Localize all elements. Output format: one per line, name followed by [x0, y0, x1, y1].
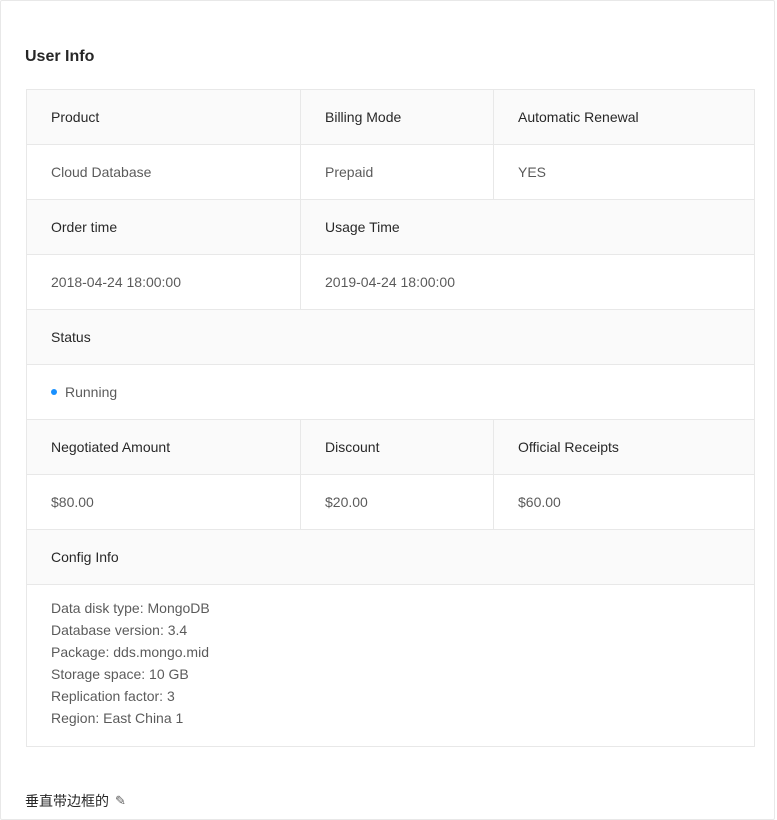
label-order-time: Order time	[27, 200, 301, 254]
label-row: Status	[27, 310, 754, 365]
value-discount: $20.00	[301, 475, 494, 529]
label-automatic-renewal: Automatic Renewal	[518, 109, 639, 125]
config-line: Data disk type: MongoDB	[51, 600, 210, 616]
value-billing-mode: Prepaid	[301, 145, 494, 199]
label-product: Product	[27, 90, 301, 144]
label-row: Product Billing Mode Automatic Renewal	[27, 90, 754, 145]
value-negotiated-amount: $80.00	[27, 475, 301, 529]
value-automatic-renewal: YES	[518, 164, 547, 180]
config-lines: Data disk type: MongoDB Database version…	[51, 597, 210, 729]
label-official-receipts: Official Receipts	[518, 439, 619, 455]
label-row: Order time Usage Time	[27, 200, 754, 255]
label-row: Config Info	[27, 530, 754, 585]
edit-icon[interactable]: ✎	[115, 793, 126, 809]
card-title: User Info	[25, 48, 95, 65]
descriptions-table: Product Billing Mode Automatic Renewal C…	[26, 89, 755, 747]
config-line: Replication factor: 3	[51, 688, 175, 704]
label-billing-mode: Billing Mode	[301, 90, 494, 144]
value-row: Cloud Database Prepaid YES	[27, 145, 754, 200]
label-config-info: Config Info	[51, 549, 119, 565]
footer-text: 垂直带边框的	[25, 793, 109, 809]
label-usage-time: Usage Time	[325, 219, 400, 235]
label-negotiated-amount: Negotiated Amount	[27, 420, 301, 474]
label-status: Status	[51, 329, 91, 345]
status-badge: Running	[27, 365, 754, 419]
label-discount: Discount	[301, 420, 494, 474]
config-info-value: Data disk type: MongoDB Database version…	[27, 597, 754, 729]
section-heading-footer: 垂直带边框的 ✎	[25, 791, 126, 811]
user-info-card: User Info Product Billing Mode Automatic…	[0, 0, 775, 820]
config-line: Package: dds.mongo.mid	[51, 644, 209, 660]
value-order-time: 2018-04-24 18:00:00	[27, 255, 301, 309]
status-dot-icon	[51, 389, 57, 395]
value-row: 2018-04-24 18:00:00 2019-04-24 18:00:00	[27, 255, 754, 310]
config-line: Storage space: 10 GB	[51, 666, 189, 682]
config-line: Database version: 3.4	[51, 622, 188, 638]
status-text: Running	[65, 384, 118, 400]
value-row: Running	[27, 365, 754, 420]
config-line: Region: East China 1	[51, 710, 184, 726]
value-row: Data disk type: MongoDB Database version…	[27, 585, 754, 746]
value-usage-time: 2019-04-24 18:00:00	[325, 274, 455, 290]
value-row: $80.00 $20.00 $60.00	[27, 475, 754, 530]
value-official-receipts: $60.00	[518, 494, 561, 510]
value-product: Cloud Database	[27, 145, 301, 199]
label-row: Negotiated Amount Discount Official Rece…	[27, 420, 754, 475]
